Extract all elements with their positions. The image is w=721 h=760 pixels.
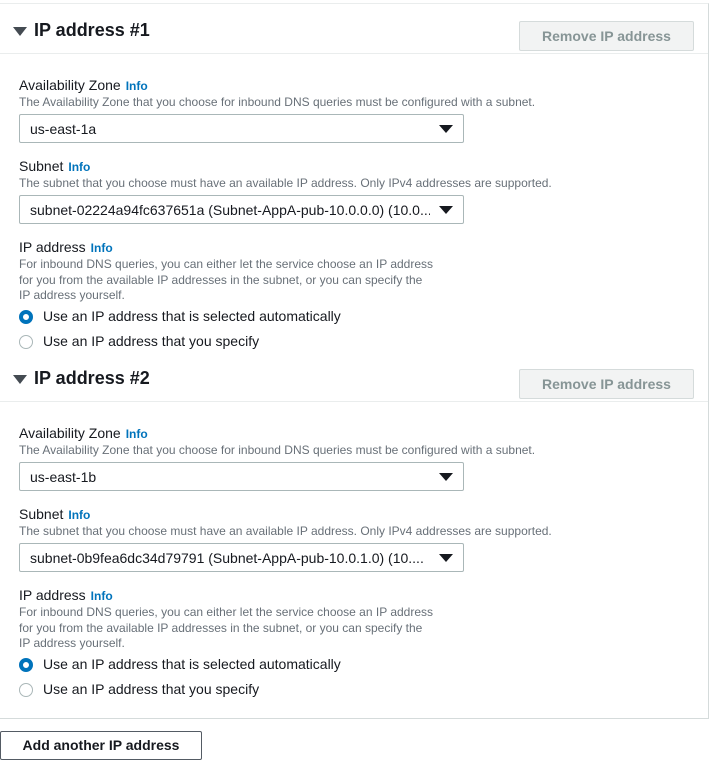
radio-specify-ip[interactable]: Use an IP address that you specify [19, 332, 419, 352]
availability-zone-field: Availability Zone Info The Availability Z… [19, 77, 559, 147]
radio-label: Use an IP address that you specify [43, 333, 260, 349]
info-link[interactable]: Info [68, 508, 90, 522]
subnet-description: The subnet that you choose must have an … [19, 524, 552, 538]
availability-zone-label: Availability Zone [19, 425, 121, 441]
availability-zone-description: The Availability Zone that you choose fo… [19, 95, 536, 109]
info-link[interactable]: Info [68, 160, 90, 174]
radio-button-selected[interactable] [19, 310, 33, 324]
ip-address-section-1: IP address #1 Remove IP address Availabi… [0, 4, 708, 354]
subnet-field: Subnet Info The subnet that you choose mu… [19, 158, 559, 228]
radio-auto-ip[interactable]: Use an IP address that is selected autom… [19, 655, 419, 675]
subnet-field: Subnet Info The subnet that you choose mu… [19, 506, 559, 576]
subnet-label: Subnet [19, 158, 64, 174]
select-value: us-east-1b [30, 469, 97, 485]
select-value: subnet-0b9fea6dc34d79791 (Subnet-AppA-pu… [30, 550, 424, 566]
radio-button[interactable] [19, 683, 33, 697]
ip-address-label: IP address [19, 239, 86, 255]
remove-ip-address-button[interactable]: Remove IP address [519, 21, 694, 51]
radio-auto-ip[interactable]: Use an IP address that is selected autom… [19, 307, 419, 327]
remove-ip-address-button[interactable]: Remove IP address [519, 369, 694, 399]
availability-zone-field: Availability Zone Info The Availability Z… [19, 425, 559, 495]
radio-label: Use an IP address that is selected autom… [43, 308, 341, 324]
info-link[interactable]: Info [126, 79, 148, 93]
caret-down-icon[interactable] [13, 375, 27, 384]
radio-label: Use an IP address that you specify [43, 681, 260, 697]
info-link[interactable]: Info [91, 589, 113, 603]
ip-address-description: For inbound DNS queries, you can either … [19, 257, 434, 302]
radio-button-selected[interactable] [19, 658, 33, 672]
ip-address-section-2: IP address #2 Remove IP address Availabi… [0, 352, 708, 702]
caret-down-icon [439, 125, 453, 133]
availability-zone-select[interactable]: us-east-1a [19, 114, 464, 143]
section-header[interactable]: IP address #2 Remove IP address [0, 352, 708, 402]
info-link[interactable]: Info [91, 241, 113, 255]
section-title: IP address #2 [34, 368, 150, 388]
ip-address-description: For inbound DNS queries, you can either … [19, 605, 434, 650]
subnet-select[interactable]: subnet-0b9fea6dc34d79791 (Subnet-AppA-pu… [19, 543, 464, 572]
info-link[interactable]: Info [126, 427, 148, 441]
ip-address-field: IP address Info For inbound DNS queries, … [19, 587, 559, 657]
section-title: IP address #1 [34, 20, 150, 40]
caret-down-icon[interactable] [13, 27, 27, 36]
caret-down-icon [439, 554, 453, 562]
ip-address-field: IP address Info For inbound DNS queries, … [19, 239, 559, 309]
availability-zone-select[interactable]: us-east-1b [19, 462, 464, 491]
radio-button[interactable] [19, 335, 33, 349]
radio-specify-ip[interactable]: Use an IP address that you specify [19, 680, 419, 700]
subnet-select[interactable]: subnet-02224a94fc637651a (Subnet-AppA-pu… [19, 195, 464, 224]
subnet-label: Subnet [19, 506, 64, 522]
availability-zone-description: The Availability Zone that you choose fo… [19, 443, 536, 457]
caret-down-icon [439, 206, 453, 214]
section-header[interactable]: IP address #1 Remove IP address [0, 4, 708, 54]
select-value: us-east-1a [30, 121, 97, 137]
caret-down-icon [439, 473, 453, 481]
ip-address-label: IP address [19, 587, 86, 603]
add-another-ip-address-button[interactable]: Add another IP address [0, 731, 202, 760]
subnet-description: The subnet that you choose must have an … [19, 176, 552, 190]
select-value: subnet-02224a94fc637651a (Subnet-AppA-pu… [30, 202, 430, 218]
availability-zone-label: Availability Zone [19, 77, 121, 93]
radio-label: Use an IP address that is selected autom… [43, 656, 341, 672]
